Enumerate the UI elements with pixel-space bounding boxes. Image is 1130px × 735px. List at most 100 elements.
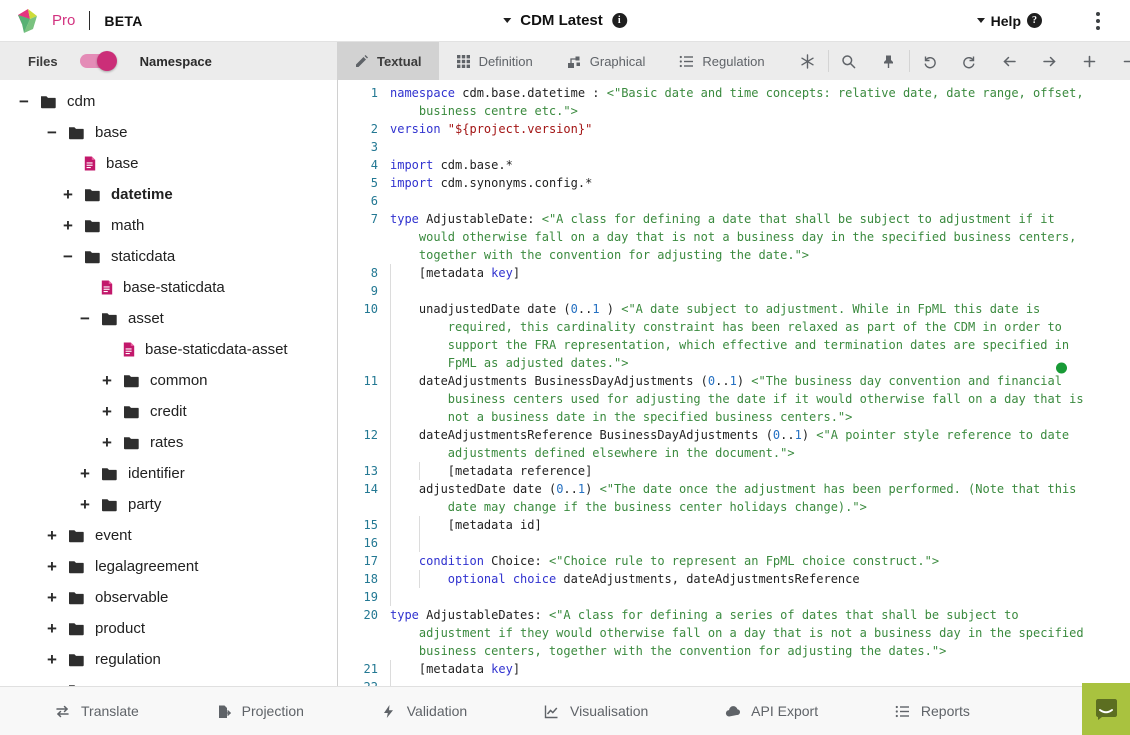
files-namespace-toggle[interactable] (80, 54, 114, 68)
expand-icon[interactable]: + (44, 557, 60, 577)
arrow-left-button[interactable] (990, 42, 1030, 80)
bottom-item-translate[interactable]: Translate (55, 703, 139, 719)
sidebar-item-cdm[interactable]: − cdm (0, 86, 337, 117)
sidebar-item-asset[interactable]: −asset (0, 303, 337, 334)
line-number: 22 (338, 678, 378, 686)
expand-icon[interactable]: + (44, 650, 60, 670)
bottom-item-visualisation[interactable]: Visualisation (544, 703, 648, 719)
tree-item-label: staticdata (111, 248, 175, 265)
tab-label: Definition (479, 54, 533, 69)
collapse-icon[interactable]: − (60, 247, 76, 267)
sidebar-item-base[interactable]: base (0, 148, 337, 179)
tree-item-label: credit (150, 403, 187, 420)
sidebar-item-math[interactable]: + math (0, 210, 337, 241)
undo-icon (922, 54, 937, 69)
pencil-icon (354, 54, 369, 69)
sidebar-item-clipped[interactable]: + (0, 675, 337, 686)
sidebar-item-base-staticdata-asset[interactable]: base-staticdata-asset (0, 334, 337, 365)
folder-icon (40, 95, 57, 109)
undo-button[interactable] (910, 42, 950, 80)
expand-icon[interactable]: + (99, 402, 115, 422)
expand-icon[interactable]: + (60, 216, 76, 236)
tab-graphical[interactable]: Graphical (550, 42, 663, 80)
folder-icon (101, 498, 118, 512)
tab-definition[interactable]: Definition (439, 42, 550, 80)
code-line: 20type AdjustableDates: <"A class for de… (338, 606, 1130, 660)
expand-icon[interactable]: + (99, 371, 115, 391)
code-line: 6 (338, 192, 1130, 210)
bottom-item-reports[interactable]: Reports (895, 703, 970, 719)
tab-regulation[interactable]: Regulation (662, 42, 781, 80)
search-button[interactable] (829, 42, 869, 80)
project-selector[interactable]: CDM Latest i (503, 12, 627, 29)
bottom-item-label: Validation (407, 703, 467, 719)
sidebar-item-rates[interactable]: +rates (0, 427, 337, 458)
code-line: 19 (338, 588, 1130, 606)
asterisk-button[interactable] (788, 42, 828, 80)
arrow-right-icon (1042, 54, 1057, 69)
tree-item-label: cdm (67, 93, 95, 110)
sidebar-item-product[interactable]: + product (0, 613, 337, 644)
indent-guide (390, 372, 391, 426)
code-editor[interactable]: 1namespace cdm.base.datetime : <"Basic d… (337, 80, 1130, 686)
expand-icon[interactable]: + (44, 526, 60, 546)
search-icon (841, 54, 856, 69)
sidebar-item-base[interactable]: −base (0, 117, 337, 148)
sidebar-item-legalagreement[interactable]: +legalagreement (0, 551, 337, 582)
tree-item-label: math (111, 217, 144, 234)
line-number: 19 (338, 588, 378, 606)
tree-item-label: common (150, 372, 208, 389)
tab-textual[interactable]: Textual (337, 42, 439, 80)
expand-icon[interactable]: + (99, 433, 115, 453)
sidebar-item-staticdata[interactable]: − staticdata (0, 241, 337, 272)
line-number: 13 (338, 462, 378, 480)
code-line: 14adjustedDate date (0..1) <"The date on… (338, 480, 1130, 516)
indent-guide (390, 588, 391, 606)
collapse-icon[interactable]: − (77, 309, 93, 329)
sidebar-item-datetime[interactable]: +datetime (0, 179, 337, 210)
bottom-item-label: Projection (242, 703, 304, 719)
sidebar-item-base-staticdata[interactable]: base-staticdata (0, 272, 337, 303)
sidebar-item-party[interactable]: +party (0, 489, 337, 520)
asterisk-icon (800, 54, 815, 69)
code-text: type AdjustableDates: <"A class for defi… (390, 606, 1091, 660)
pin-button[interactable] (869, 42, 909, 80)
code-line: 22 (338, 678, 1130, 686)
bottom-item-label: Visualisation (570, 703, 648, 719)
bottom-item-api-export[interactable]: API Export (725, 703, 818, 719)
bottom-item-validation[interactable]: Validation (381, 703, 467, 719)
code-text: [metadata reference] (390, 462, 1091, 480)
code-text: adjustedDate date (0..1) <"The date once… (390, 480, 1091, 516)
namespace-tree[interactable]: −cdm−basebase+datetime+math−staticdataba… (0, 80, 337, 686)
expand-icon[interactable]: + (60, 185, 76, 205)
code-text: type AdjustableDate: <"A class for defin… (390, 210, 1091, 264)
info-icon[interactable]: i (612, 13, 627, 28)
plus-button[interactable] (1070, 42, 1110, 80)
sidebar-item-credit[interactable]: + credit (0, 396, 337, 427)
bottom-item-projection[interactable]: Projection (216, 703, 304, 719)
tree-item-label: product (95, 620, 145, 637)
minus-button[interactable] (1110, 42, 1130, 80)
arrow-right-button[interactable] (1030, 42, 1070, 80)
code-text: unadjustedDate date (0..1 ) <"A date sub… (390, 300, 1091, 372)
help-menu[interactable]: Help ? (977, 13, 1042, 29)
expand-icon[interactable]: + (77, 495, 93, 515)
expand-icon[interactable]: + (44, 588, 60, 608)
sidebar-item-observable[interactable]: +observable (0, 582, 337, 613)
file-icon (84, 156, 96, 171)
expand-icon[interactable]: + (44, 619, 60, 639)
collapse-icon[interactable]: − (16, 92, 32, 112)
tab-label: Graphical (590, 54, 646, 69)
chat-launcher-button[interactable] (1082, 683, 1130, 735)
sidebar-item-identifier[interactable]: +identifier (0, 458, 337, 489)
sidebar-item-event[interactable]: +event (0, 520, 337, 551)
expand-icon[interactable]: + (77, 464, 93, 484)
redo-button[interactable] (950, 42, 990, 80)
folder-icon (68, 529, 85, 543)
sidebar-item-common[interactable]: + common (0, 365, 337, 396)
line-number: 5 (338, 174, 378, 192)
kebab-menu-icon[interactable] (1092, 8, 1104, 34)
sidebar-item-regulation[interactable]: +regulation (0, 644, 337, 675)
collapse-icon[interactable]: − (44, 123, 60, 143)
help-label: Help (991, 13, 1021, 29)
